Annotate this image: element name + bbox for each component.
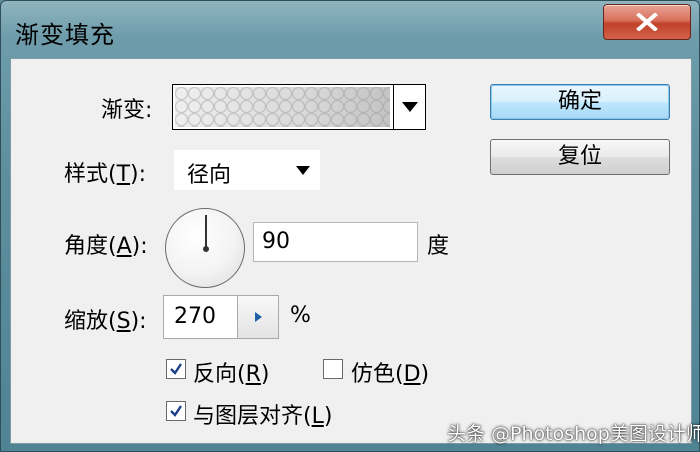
style-select[interactable]: 径向	[174, 150, 320, 190]
align-with-layer-checkbox[interactable]	[166, 401, 186, 421]
angle-unit: 度	[427, 234, 450, 259]
gradient-dropdown-button[interactable]	[393, 85, 425, 129]
reverse-label-key: R	[245, 362, 261, 387]
window-title: 渐变填充	[15, 21, 115, 49]
title-bar[interactable]: 渐变填充	[1, 1, 700, 57]
reset-button[interactable]: 复位	[490, 139, 670, 175]
watermark-text: 头条 @Photoshop美图设计师	[447, 423, 700, 445]
align-label-prefix: 与图层对齐(	[193, 404, 312, 429]
reverse-label-prefix: 反向(	[193, 362, 246, 387]
align-label-key: L	[311, 404, 324, 429]
style-label-prefix: 样式(	[64, 162, 117, 187]
style-label-suffix: ):	[130, 162, 147, 187]
scale-label-key: S	[116, 309, 131, 334]
angle-dial-needle	[205, 215, 207, 249]
gradient-picker[interactable]	[172, 84, 426, 130]
close-button[interactable]	[603, 4, 691, 40]
scale-unit: %	[290, 303, 311, 328]
scale-label: 缩放(S):	[64, 303, 147, 335]
angle-label-suffix: ):	[131, 234, 148, 259]
angle-label: 角度(A):	[64, 228, 148, 260]
dither-label-suffix: )	[420, 362, 430, 387]
ok-button[interactable]: 确定	[490, 84, 670, 120]
style-label-key: T	[116, 162, 131, 187]
triangle-down-icon	[296, 166, 310, 175]
reverse-checkbox[interactable]	[166, 359, 186, 379]
dither-label-key: D	[403, 362, 421, 387]
checkmark-icon	[170, 405, 182, 417]
triangle-down-icon	[401, 102, 418, 112]
close-x-icon	[636, 13, 658, 31]
scale-label-suffix: ):	[130, 309, 147, 334]
scale-slider-button[interactable]	[237, 295, 279, 339]
checkmark-icon	[170, 363, 182, 375]
dither-label: 仿色(D)	[351, 356, 429, 388]
gradient-label: 渐变:	[101, 98, 153, 123]
style-label: 样式(T):	[64, 156, 146, 188]
angle-input[interactable]: 90	[253, 222, 418, 262]
angle-label-key: A	[116, 234, 132, 259]
gradient-preview-swatch[interactable]	[175, 87, 390, 127]
angle-dial[interactable]	[165, 208, 245, 288]
dialog-window: 渐变填充 渐变: 样式(T): 径向 角度(A): 90 度 缩放(S): 27…	[0, 0, 700, 452]
angle-label-prefix: 角度(	[64, 234, 117, 259]
dither-checkbox[interactable]	[323, 359, 343, 379]
align-label-suffix: )	[323, 404, 333, 429]
scale-input[interactable]: 270	[163, 295, 237, 339]
reverse-label: 反向(R)	[193, 356, 269, 388]
triangle-right-icon	[254, 312, 262, 322]
scale-label-prefix: 缩放(	[64, 309, 117, 334]
reverse-label-suffix: )	[260, 362, 270, 387]
style-select-value: 径向	[187, 163, 232, 188]
dialog-body: 渐变: 样式(T): 径向 角度(A): 90 度 缩放(S): 270 % 反…	[10, 58, 700, 445]
angle-dial-hub	[203, 246, 209, 252]
align-with-layer-label: 与图层对齐(L)	[193, 398, 332, 430]
dither-label-prefix: 仿色(	[351, 362, 404, 387]
